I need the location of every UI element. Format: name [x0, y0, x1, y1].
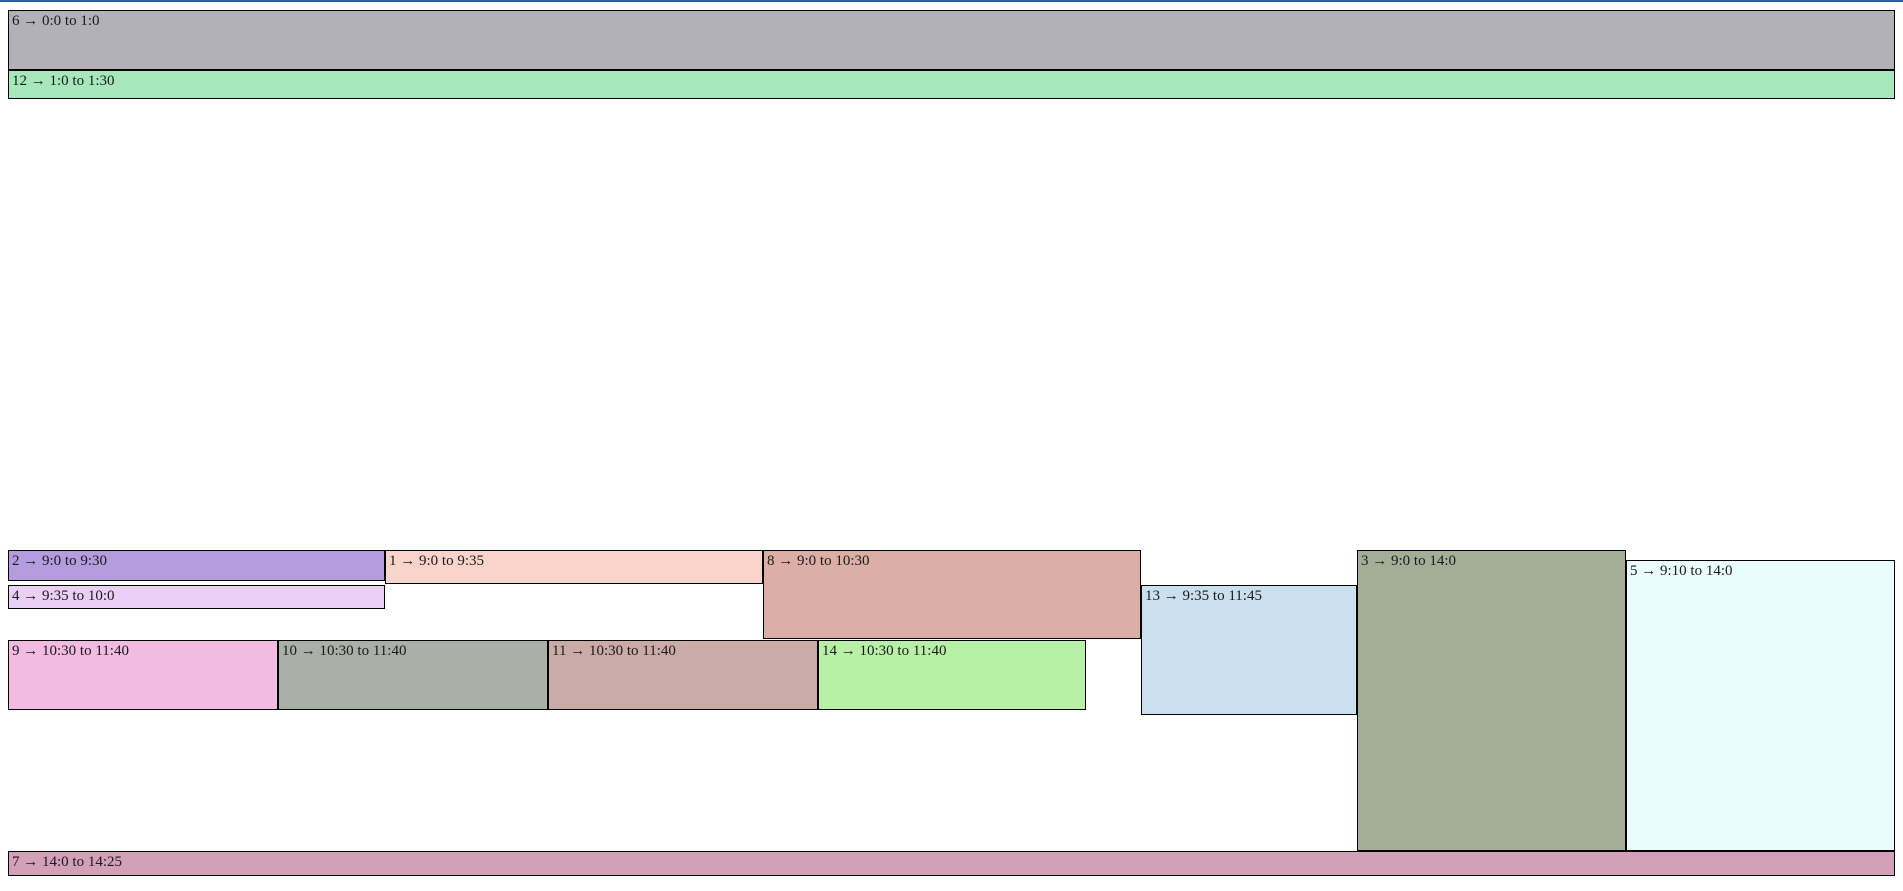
event-3[interactable]: 3 → 9:0 to 14:0 [1357, 550, 1626, 851]
event-9[interactable]: 9 → 10:30 to 11:40 [8, 640, 278, 710]
event-13[interactable]: 13 → 9:35 to 11:45 [1141, 585, 1357, 715]
event-10[interactable]: 10 → 10:30 to 11:40 [278, 640, 548, 710]
event-1[interactable]: 1 → 9:0 to 9:35 [385, 550, 763, 584]
event-8[interactable]: 8 → 9:0 to 10:30 [763, 550, 1141, 639]
calendar-canvas: 6 → 0:0 to 1:0 12 → 1:0 to 1:30 2 → 9:0 … [0, 0, 1903, 891]
event-4[interactable]: 4 → 9:35 to 10:0 [8, 585, 385, 609]
event-7[interactable]: 7 → 14:0 to 14:25 [8, 851, 1895, 876]
event-2[interactable]: 2 → 9:0 to 9:30 [8, 550, 385, 581]
event-11[interactable]: 11 → 10:30 to 11:40 [548, 640, 818, 710]
event-5[interactable]: 5 → 9:10 to 14:0 [1626, 560, 1895, 851]
event-6[interactable]: 6 → 0:0 to 1:0 [8, 10, 1895, 70]
event-14[interactable]: 14 → 10:30 to 11:40 [818, 640, 1086, 710]
event-12[interactable]: 12 → 1:0 to 1:30 [8, 70, 1895, 99]
